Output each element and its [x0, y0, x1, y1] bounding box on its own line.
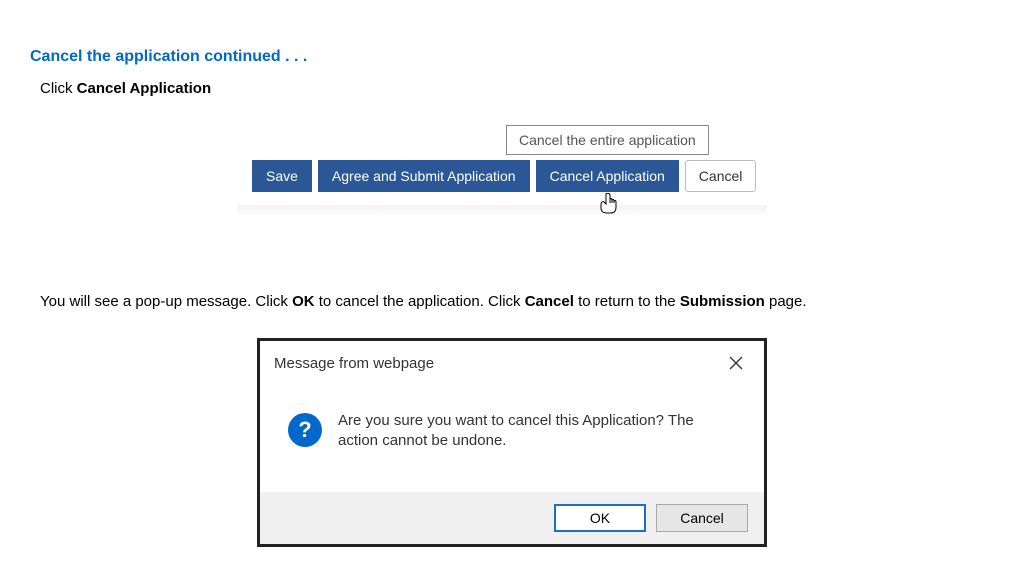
cancel-application-button[interactable]: Cancel Application	[536, 160, 679, 192]
shadow-decoration	[237, 205, 767, 217]
instr2-b3: Submission	[680, 293, 765, 310]
cancel-button[interactable]: Cancel	[685, 160, 757, 192]
save-button[interactable]: Save	[252, 160, 312, 192]
instruction-step-1: Click Cancel Application	[40, 80, 994, 97]
instr2-b2: Cancel	[525, 293, 574, 310]
instr2-t4: page.	[765, 293, 807, 310]
agree-submit-button[interactable]: Agree and Submit Application	[318, 160, 530, 192]
cancel-app-tooltip: Cancel the entire application	[506, 125, 709, 155]
instruction-1-bold: Cancel Application	[77, 80, 211, 97]
instruction-step-2: You will see a pop-up message. Click OK …	[40, 293, 994, 310]
section-heading: Cancel the application continued . . .	[30, 48, 994, 66]
cursor-pointer-icon	[599, 192, 619, 214]
dialog-message: Are you sure you want to cancel this App…	[338, 411, 728, 452]
instr2-b1: OK	[292, 293, 315, 310]
instr2-t3: to return to the	[574, 293, 680, 310]
dialog-titlebar: Message from webpage	[260, 341, 764, 385]
instr2-t1: You will see a pop-up message. Click	[40, 293, 292, 310]
instr2-t2: to cancel the application. Click	[315, 293, 525, 310]
close-icon	[729, 356, 743, 370]
dialog-body: ? Are you sure you want to cancel this A…	[260, 385, 764, 492]
dialog-cancel-button[interactable]: Cancel	[656, 504, 748, 532]
dialog-footer: OK Cancel	[260, 492, 764, 544]
action-button-bar: Save Agree and Submit Application Cancel…	[252, 160, 756, 192]
instruction-1-text: Click	[40, 80, 77, 97]
question-mark-icon: ?	[288, 413, 322, 447]
dialog-ok-button[interactable]: OK	[554, 504, 646, 532]
dialog-title-text: Message from webpage	[274, 355, 434, 372]
dialog-close-button[interactable]	[722, 349, 750, 377]
confirm-dialog: Message from webpage ? Are you sure you …	[257, 338, 767, 547]
button-bar-figure: Cancel the entire application Save Agree…	[252, 125, 772, 225]
